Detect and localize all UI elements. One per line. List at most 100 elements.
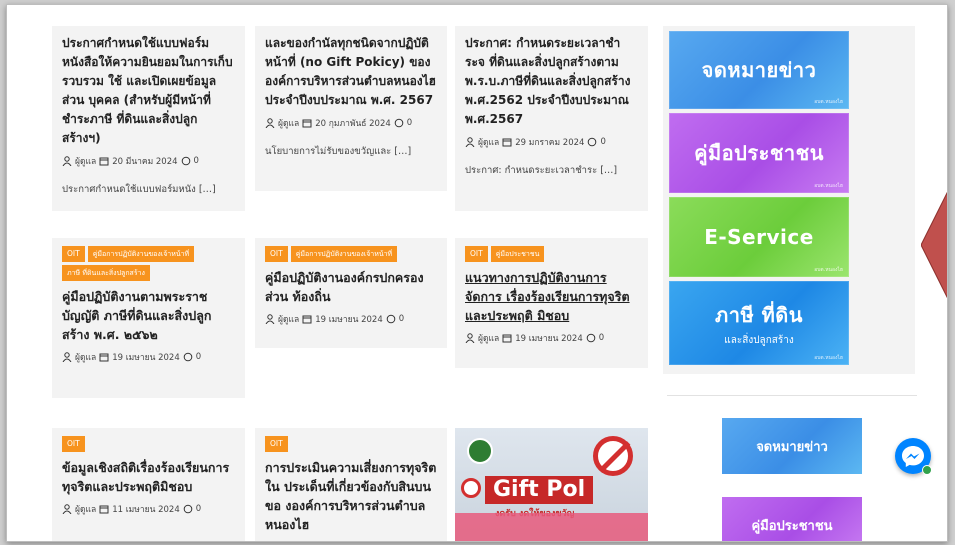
tag-oit[interactable]: OIT <box>465 246 488 262</box>
post-meta: ผู้ดูแล 20 มีนาคม 2024 0 <box>62 154 235 168</box>
post-card[interactable]: OIT คู่มือการปฏิบัติงานของเจ้าหน้าที่ ภา… <box>52 238 245 398</box>
comment-icon <box>183 504 193 514</box>
comment-icon <box>588 137 597 147</box>
post-card[interactable]: OIT คู่มือประชาชน แนวทางการปฏิบัติงานการ… <box>455 238 648 368</box>
post-date[interactable]: 19 เมษายน 2024 <box>315 312 383 326</box>
banner-corner-text: อบต.หนองไฮ <box>814 99 843 105</box>
post-card[interactable]: OIT คู่มือการปฏิบัติงานของเจ้าหน้าที่ คู… <box>255 238 447 348</box>
user-icon <box>465 333 475 343</box>
user-icon <box>265 314 275 324</box>
post-excerpt: ประกาศกำหนดใช้แบบฟอร์มหนัง […] <box>62 184 216 195</box>
post-tags: OIT คู่มือการปฏิบัติงานของเจ้าหน้าที่ ภา… <box>62 246 235 281</box>
post-title[interactable]: ข้อมูลเชิงสถิติเรื่องร้องเรียนการ ทุจริต… <box>62 458 235 496</box>
comment-count[interactable]: 0 <box>599 333 604 343</box>
banner-corner-text: อบต.หนองไฮ <box>814 267 843 273</box>
post-tags: OIT คู่มือการปฏิบัติงานของเจ้าหน้าที่ <box>265 246 437 262</box>
post-title[interactable]: ประกาศกำหนดใช้แบบฟอร์ม หนังสือให้ความยิน… <box>62 34 235 148</box>
post-author[interactable]: ผู้ดูแล <box>278 312 299 326</box>
small-banner-label: จดหมายข่าว <box>756 439 828 455</box>
messenger-chat-button[interactable] <box>895 438 932 475</box>
gift-policy-image[interactable]: Gift Pol งดรับ งดให้ของขวัญ <box>455 428 648 541</box>
banner-title: E-Service <box>704 225 814 249</box>
comment-count[interactable]: 0 <box>196 352 201 362</box>
gift-image-left-logo <box>467 438 493 464</box>
no-gift-sign <box>593 436 633 476</box>
post-date[interactable]: 29 มกราคม 2024 <box>515 135 584 149</box>
calendar-icon <box>302 119 312 128</box>
user-icon <box>62 504 72 514</box>
comment-count[interactable]: 0 <box>194 156 199 166</box>
calendar-icon <box>99 353 109 362</box>
post-excerpt: ประกาศ: กำหนดระยะเวลาชำระ […] <box>465 165 618 176</box>
small-banner-label: คู่มือประชาชน <box>751 518 833 534</box>
comment-count[interactable]: 0 <box>600 137 605 147</box>
no-gift-sign-left <box>461 478 481 498</box>
post-author[interactable]: ผู้ดูแล <box>478 135 499 149</box>
post-author[interactable]: ผู้ดูแล <box>75 502 96 516</box>
comment-icon <box>394 118 404 128</box>
user-icon <box>265 118 275 128</box>
user-icon <box>62 156 72 166</box>
comment-count[interactable]: 0 <box>196 504 201 514</box>
calendar-icon <box>99 505 109 514</box>
post-author[interactable]: ผู้ดูแล <box>478 331 499 345</box>
tag-oit[interactable]: OIT <box>265 436 288 452</box>
tag-staff-manual[interactable]: คู่มือการปฏิบัติงานของเจ้าหน้าที่ <box>87 246 195 262</box>
post-author[interactable]: ผู้ดูแล <box>75 154 96 168</box>
calendar-icon <box>99 157 109 166</box>
tag-oit[interactable]: OIT <box>62 246 85 262</box>
post-meta: ผู้ดูแล 11 เมษายน 2024 0 <box>62 502 235 516</box>
calendar-icon <box>302 315 312 324</box>
post-date[interactable]: 19 เมษายน 2024 <box>515 331 583 345</box>
post-card[interactable]: ประกาศกำหนดใช้แบบฟอร์ม หนังสือให้ความยิน… <box>52 26 245 211</box>
small-banner-citizen-manual[interactable]: คู่มือประชาชน <box>722 497 862 541</box>
post-date[interactable]: 20 มีนาคม 2024 <box>112 154 177 168</box>
tag-oit[interactable]: OIT <box>265 246 288 262</box>
comment-icon <box>183 352 193 362</box>
post-title[interactable]: การประเมินความเสี่ยงการทุจริตใน ประเด็นท… <box>265 458 437 534</box>
post-title[interactable]: คู่มือปฏิบัติงานตามพระราชบัญญัติ ภาษีที่… <box>62 287 235 344</box>
banner-citizen-manual[interactable]: คู่มือประชาชน อบต.หนองไฮ <box>669 113 849 193</box>
banner-land-tax[interactable]: ภาษี ที่ดิน และสิ่งปลูกสร้าง อบต.หนองไฮ <box>669 281 849 365</box>
post-meta: ผู้ดูแล 19 เมษายน 2024 0 <box>265 312 437 326</box>
post-meta: ผู้ดูแล 19 เมษายน 2024 0 <box>62 350 235 364</box>
post-card[interactable]: และของกำนัลทุกชนิดจากปฏิบัติ หน้าที่ (no… <box>255 26 447 191</box>
comment-icon <box>181 156 190 166</box>
tag-staff-manual[interactable]: คู่มือการปฏิบัติงานของเจ้าหน้าที่ <box>290 246 398 262</box>
calendar-icon <box>502 334 512 343</box>
post-date[interactable]: 20 กุมภาพันธ์ 2024 <box>315 116 391 130</box>
banner-corner-text: อบต.หนองไฮ <box>814 355 843 361</box>
small-banner-newsletter[interactable]: จดหมายข่าว <box>722 418 862 474</box>
post-excerpt: นโยบายการไม่รับของขวัญและ […] <box>265 146 412 157</box>
left-arrow-annotation <box>921 191 947 299</box>
post-author[interactable]: ผู้ดูแล <box>278 116 299 130</box>
post-date[interactable]: 11 เมษายน 2024 <box>112 502 180 516</box>
post-author[interactable]: ผู้ดูแล <box>75 350 96 364</box>
tag-land-tax[interactable]: ภาษี ที่ดินและสิ่งปลูกสร้าง <box>62 265 150 281</box>
post-title[interactable]: และของกำนัลทุกชนิดจากปฏิบัติ หน้าที่ (no… <box>265 34 437 110</box>
post-title[interactable]: คู่มือปฏิบัติงานองค์กรปกครองส่วน ท้องถิ่… <box>265 268 437 306</box>
post-card[interactable]: OIT ข้อมูลเชิงสถิติเรื่องร้องเรียนการ ทุ… <box>52 428 245 541</box>
user-icon <box>465 137 475 147</box>
banner-newsletter[interactable]: จดหมายข่าว อบต.หนองไฮ <box>669 31 849 109</box>
tag-citizen-manual[interactable]: คู่มือประชาชน <box>490 246 545 262</box>
post-date[interactable]: 19 เมษายน 2024 <box>112 350 180 364</box>
comment-count[interactable]: 0 <box>399 314 404 324</box>
banner-title: จดหมายข่าว <box>701 58 817 82</box>
post-card[interactable]: OIT การประเมินความเสี่ยงการทุจริตใน ประเ… <box>255 428 447 541</box>
post-title[interactable]: ประกาศ: กำหนดระยะเวลาชำระจ ที่ดินและสิ่ง… <box>465 34 638 129</box>
banner-title: คู่มือประชาชน <box>694 141 824 165</box>
post-tags: OIT คู่มือประชาชน <box>465 246 638 262</box>
post-tags: OIT <box>265 436 437 452</box>
comment-icon <box>586 333 596 343</box>
banner-subtitle: และสิ่งปลูกสร้าง <box>724 334 794 346</box>
comment-count[interactable]: 0 <box>407 118 412 128</box>
post-tags: OIT <box>62 436 235 452</box>
post-card[interactable]: ประกาศ: กำหนดระยะเวลาชำระจ ที่ดินและสิ่ง… <box>455 26 648 211</box>
post-meta: ผู้ดูแล 19 เมษายน 2024 0 <box>465 331 638 345</box>
page-frame: ประกาศกำหนดใช้แบบฟอร์ม หนังสือให้ความยิน… <box>6 4 948 542</box>
banner-e-service[interactable]: E-Service อบต.หนองไฮ <box>669 197 849 277</box>
tag-oit[interactable]: OIT <box>62 436 85 452</box>
post-title[interactable]: แนวทางการปฏิบัติงานการจัดการ เรื่องร้องเ… <box>465 268 638 325</box>
online-status-dot <box>922 465 932 475</box>
